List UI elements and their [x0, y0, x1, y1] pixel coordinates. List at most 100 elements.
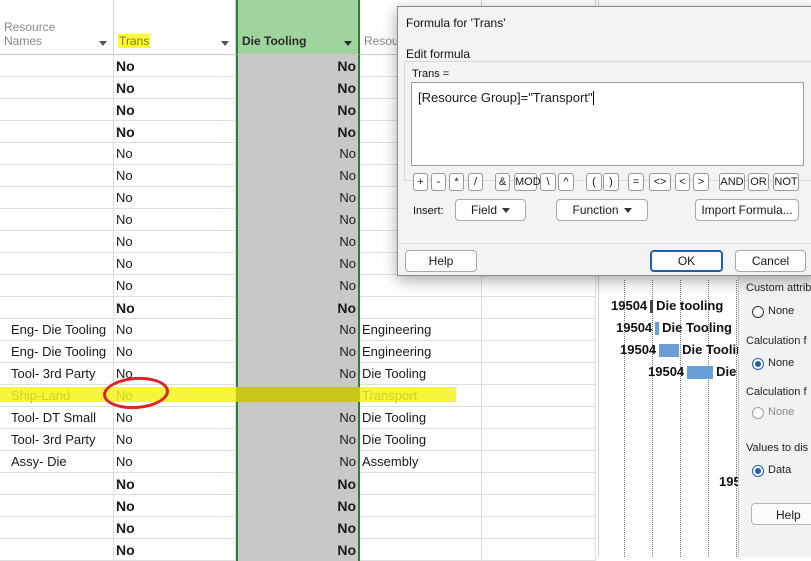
cell-resource-name[interactable] — [0, 55, 114, 77]
cell-trans[interactable]: No — [114, 55, 236, 77]
cell-die-tooling[interactable]: No — [236, 231, 360, 253]
column-header-die-tooling[interactable]: Die Tooling — [236, 0, 360, 55]
cell-die-tooling[interactable]: No — [236, 319, 360, 341]
cell-resource-name[interactable]: Tool- 3rd Party — [0, 429, 114, 451]
cell-die-tooling[interactable]: No — [236, 55, 360, 77]
cell-trans[interactable]: No — [114, 517, 236, 539]
cell-resource-group[interactable] — [360, 495, 482, 517]
cell-empty[interactable] — [482, 385, 596, 407]
operator-button[interactable]: > — [693, 173, 709, 191]
cell-die-tooling[interactable]: No — [236, 275, 360, 297]
cell-trans[interactable]: No — [114, 77, 236, 99]
cell-resource-name[interactable]: Tool- 3rd Party — [0, 363, 114, 385]
cell-trans[interactable]: No — [114, 187, 236, 209]
table-row[interactable]: Eng- Die Tooling No No Engineering — [0, 341, 596, 363]
cell-resource-name[interactable]: Tool- DT Small — [0, 407, 114, 429]
cell-empty[interactable] — [482, 297, 596, 319]
cell-trans[interactable]: No — [114, 319, 236, 341]
cell-resource-name[interactable] — [0, 473, 114, 495]
cell-resource-group[interactable] — [360, 539, 482, 561]
operator-button[interactable]: * — [449, 173, 464, 191]
cell-die-tooling[interactable]: No — [236, 341, 360, 363]
cell-resource-name[interactable]: Eng- Die Tooling — [0, 319, 114, 341]
operator-button[interactable]: ( — [586, 173, 602, 191]
cell-resource-group[interactable]: Engineering — [360, 341, 482, 363]
cell-resource-group[interactable] — [360, 473, 482, 495]
cell-trans[interactable]: No — [114, 143, 236, 165]
cell-resource-group[interactable]: Engineering — [360, 319, 482, 341]
cell-die-tooling[interactable]: No — [236, 143, 360, 165]
cell-die-tooling[interactable]: No — [236, 297, 360, 319]
cell-die-tooling[interactable]: No — [236, 451, 360, 473]
cell-trans[interactable]: No — [114, 407, 236, 429]
operator-button[interactable]: = — [628, 173, 644, 191]
cell-resource-name[interactable] — [0, 121, 114, 143]
cell-resource-name[interactable] — [0, 187, 114, 209]
cell-die-tooling[interactable]: No — [236, 77, 360, 99]
cell-resource-name[interactable] — [0, 231, 114, 253]
table-row[interactable]: Tool- 3rd Party No No Die Tooling — [0, 429, 596, 451]
table-row[interactable]: No No — [0, 539, 596, 561]
help-button[interactable]: Help — [751, 503, 811, 525]
cancel-button[interactable]: Cancel — [735, 250, 806, 272]
operator-button[interactable]: MOD — [514, 173, 541, 191]
cell-trans[interactable]: No — [114, 275, 236, 297]
cell-trans[interactable]: No — [114, 297, 236, 319]
operator-button[interactable]: < — [675, 173, 690, 191]
cell-resource-name[interactable] — [0, 297, 114, 319]
cell-die-tooling[interactable]: No — [236, 99, 360, 121]
function-dropdown-button[interactable]: Function — [556, 199, 648, 221]
gantt-label[interactable]: 19504 Die tooling — [611, 298, 723, 314]
cell-resource-group[interactable]: Assembly — [360, 451, 482, 473]
operator-button[interactable]: + — [413, 173, 428, 191]
formula-input[interactable]: [Resource Group]="Transport" — [411, 82, 804, 166]
table-row[interactable]: No No — [0, 297, 596, 319]
cell-empty[interactable] — [482, 451, 596, 473]
chevron-down-icon[interactable] — [221, 41, 229, 46]
cell-die-tooling[interactable]: No — [236, 209, 360, 231]
cell-resource-group[interactable]: Die Tooling — [360, 363, 482, 385]
cell-trans[interactable]: No — [114, 121, 236, 143]
gantt-label[interactable]: 19504 Die Tooling — [616, 320, 732, 336]
operator-button[interactable]: NOT — [773, 173, 799, 191]
cell-die-tooling[interactable]: No — [236, 253, 360, 275]
cell-die-tooling[interactable]: No — [236, 429, 360, 451]
table-row[interactable]: Tool- 3rd Party No No Die Tooling — [0, 363, 596, 385]
cell-resource-name[interactable] — [0, 77, 114, 99]
column-header-resource-names[interactable]: Resource Names — [0, 0, 114, 55]
cell-resource-group[interactable] — [360, 517, 482, 539]
cell-trans[interactable]: No — [114, 429, 236, 451]
cell-die-tooling[interactable]: No — [236, 407, 360, 429]
cell-resource-name[interactable] — [0, 143, 114, 165]
cell-die-tooling[interactable]: No — [236, 495, 360, 517]
cell-resource-name[interactable] — [0, 539, 114, 561]
table-row[interactable]: Tool- DT Small No No Die Tooling — [0, 407, 596, 429]
operator-button[interactable]: - — [431, 173, 446, 191]
chevron-down-icon[interactable] — [344, 41, 352, 46]
operator-button[interactable]: \ — [540, 173, 556, 191]
cell-empty[interactable] — [482, 407, 596, 429]
help-button[interactable]: Help — [405, 250, 477, 272]
cell-resource-name[interactable] — [0, 209, 114, 231]
radio-none-3[interactable] — [752, 407, 764, 419]
cell-trans[interactable]: No — [114, 165, 236, 187]
table-row[interactable]: No No — [0, 517, 596, 539]
column-header-trans[interactable]: Trans — [114, 0, 236, 55]
cell-trans[interactable]: No — [114, 495, 236, 517]
cell-die-tooling[interactable]: No — [236, 165, 360, 187]
chevron-down-icon[interactable] — [99, 41, 107, 46]
gantt-label[interactable]: 19504 Die Tooling — [620, 342, 752, 358]
cell-resource-name[interactable] — [0, 275, 114, 297]
cell-resource-name[interactable] — [0, 495, 114, 517]
operator-button[interactable]: OR — [748, 173, 769, 191]
cell-resource-name[interactable] — [0, 253, 114, 275]
cell-die-tooling[interactable]: No — [236, 473, 360, 495]
cell-resource-name[interactable] — [0, 165, 114, 187]
cell-resource-group[interactable]: Die Tooling — [360, 429, 482, 451]
cell-empty[interactable] — [482, 275, 596, 297]
cell-empty[interactable] — [482, 517, 596, 539]
operator-button[interactable]: / — [468, 173, 483, 191]
cell-empty[interactable] — [482, 319, 596, 341]
cell-die-tooling[interactable]: No — [236, 187, 360, 209]
cell-trans[interactable]: No — [114, 539, 236, 561]
